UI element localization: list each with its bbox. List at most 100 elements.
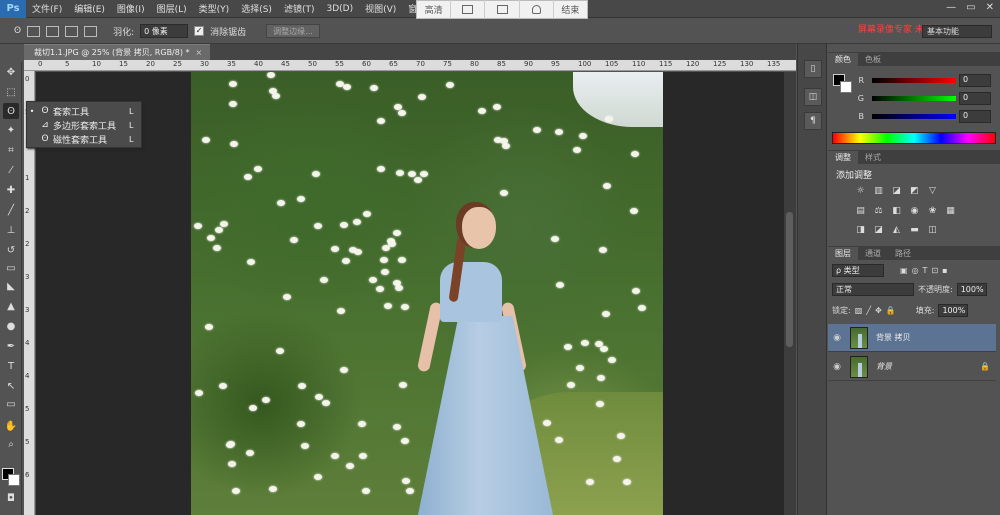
- feather-input[interactable]: [140, 24, 189, 38]
- document-canvas[interactable]: [191, 72, 663, 515]
- curves-icon[interactable]: ◪: [890, 185, 903, 197]
- color-spectrum[interactable]: [832, 132, 996, 144]
- history-brush-icon[interactable]: ↺: [3, 242, 19, 258]
- properties-panel-icon[interactable]: ◫: [804, 88, 822, 106]
- type-tool-icon[interactable]: T: [3, 358, 19, 374]
- paint-bucket-icon[interactable]: ◣: [3, 278, 19, 294]
- eyedropper-icon[interactable]: ⁄: [3, 162, 19, 178]
- restore-icon[interactable]: ▭: [966, 2, 975, 13]
- selective-color-icon[interactable]: ◫: [926, 224, 939, 236]
- layer-background-copy[interactable]: ◉ 背景 拷贝: [828, 324, 996, 352]
- lock-pixels-icon[interactable]: ▨: [855, 306, 863, 315]
- menu-filter[interactable]: 滤镜(T): [278, 2, 321, 15]
- brightness-icon[interactable]: ☼: [854, 185, 867, 197]
- tab-paths[interactable]: 路径: [888, 247, 918, 260]
- tab-color[interactable]: 颜色: [828, 53, 858, 66]
- blend-mode-select[interactable]: 正常: [832, 283, 914, 296]
- tab-channels[interactable]: 通道: [858, 247, 888, 260]
- hue-icon[interactable]: ▤: [854, 205, 867, 217]
- eraser-tool-icon[interactable]: ▭: [3, 260, 19, 276]
- menu-select[interactable]: 选择(S): [235, 2, 278, 15]
- menu-view[interactable]: 视图(V): [359, 2, 402, 15]
- blue-value[interactable]: 0: [959, 109, 991, 123]
- menu-3d[interactable]: 3D(D): [320, 4, 359, 14]
- pen-tool-icon[interactable]: ✒: [3, 338, 19, 354]
- end-button[interactable]: 结束: [554, 0, 587, 19]
- filter-pixel-icon[interactable]: ▣: [900, 266, 908, 275]
- vibrance-icon[interactable]: ▽: [926, 185, 939, 197]
- clone-stamp-icon[interactable]: ⊥: [3, 222, 19, 238]
- close-icon[interactable]: ✕: [986, 2, 994, 13]
- magic-wand-icon[interactable]: ✦: [3, 122, 19, 138]
- red-slider[interactable]: [872, 77, 956, 83]
- channel-mixer-icon[interactable]: ❀: [926, 205, 939, 217]
- hand-tool-icon[interactable]: ✋: [3, 418, 19, 434]
- opacity-input[interactable]: 100%: [956, 283, 987, 296]
- filter-shape-icon[interactable]: ⊡: [931, 266, 938, 275]
- window-button[interactable]: [485, 0, 520, 19]
- bw-icon[interactable]: ◧: [890, 205, 903, 217]
- refine-edge-button[interactable]: 调整边缘...: [266, 24, 320, 38]
- red-value[interactable]: 0: [959, 73, 991, 87]
- move-tool-icon[interactable]: ✥: [3, 64, 19, 80]
- tab-layers[interactable]: 图层: [828, 247, 858, 260]
- background-color[interactable]: [8, 474, 20, 486]
- posterize-icon[interactable]: ◪: [872, 224, 885, 236]
- exposure-icon[interactable]: ◩: [908, 185, 921, 197]
- new-selection-icon[interactable]: [27, 25, 41, 37]
- polygonal-lasso-option[interactable]: ⊿ 多边形套索工具 L: [27, 118, 143, 132]
- lasso-tool-icon[interactable]: ʘ: [3, 103, 19, 119]
- tab-swatches[interactable]: 色板: [858, 53, 888, 66]
- filter-type-icon[interactable]: T: [923, 266, 928, 275]
- zoom-tool-icon[interactable]: ⌕: [3, 436, 19, 452]
- home-button[interactable]: [520, 0, 554, 19]
- filter-smart-icon[interactable]: ▪: [942, 266, 947, 275]
- healing-brush-icon[interactable]: ✚: [3, 182, 19, 198]
- lasso-option[interactable]: • ʘ 套索工具 L: [27, 104, 143, 118]
- menu-file[interactable]: 文件(F): [26, 2, 68, 15]
- layer-background[interactable]: ◉ 背景 🔒: [828, 353, 996, 381]
- quick-mask-icon[interactable]: ◘: [3, 490, 19, 506]
- levels-icon[interactable]: ▥: [872, 185, 885, 197]
- close-tab-icon[interactable]: ×: [196, 48, 203, 57]
- lasso-preset-icon[interactable]: ʘ: [14, 26, 21, 36]
- minimize-icon[interactable]: —: [946, 2, 956, 13]
- subtract-selection-icon[interactable]: [65, 25, 79, 37]
- menu-edit[interactable]: 编辑(E): [68, 2, 111, 15]
- menu-type[interactable]: 类型(Y): [193, 2, 236, 15]
- lock-position-icon[interactable]: ✥: [875, 306, 882, 315]
- filter-adjust-icon[interactable]: ◎: [912, 266, 919, 275]
- menu-image[interactable]: 图像(I): [111, 2, 151, 15]
- scrollbar-thumb[interactable]: [786, 212, 793, 347]
- path-selection-icon[interactable]: ↖: [3, 378, 19, 394]
- photo-filter-icon[interactable]: ◉: [908, 205, 921, 217]
- marquee-tool-icon[interactable]: ⬚: [3, 84, 19, 100]
- hd-button[interactable]: 高清: [417, 0, 452, 19]
- tab-styles[interactable]: 样式: [858, 151, 888, 164]
- invert-icon[interactable]: ◨: [854, 224, 867, 236]
- document-tab[interactable]: 裁切1.1.JPG @ 25% (背景 拷贝, RGB/8) * ×: [24, 44, 210, 60]
- crop-tool-icon[interactable]: ⌗: [3, 142, 19, 158]
- dodge-tool-icon[interactable]: ●: [3, 318, 19, 334]
- magnetic-lasso-option[interactable]: ʘ 磁性套索工具 L: [27, 132, 143, 146]
- canvas-scrollbar[interactable]: [784, 72, 796, 515]
- balance-icon[interactable]: ⚖: [872, 205, 885, 217]
- antialias-checkbox[interactable]: ✓: [194, 26, 205, 36]
- shape-tool-icon[interactable]: ▭: [3, 396, 19, 412]
- character-panel-icon[interactable]: ¶: [804, 112, 822, 130]
- menu-layer[interactable]: 图层(L): [151, 2, 193, 15]
- region-button[interactable]: [451, 0, 486, 19]
- lock-paint-icon[interactable]: ╱: [866, 306, 871, 315]
- workspace-select[interactable]: 基本功能: [922, 25, 992, 38]
- lookup-icon[interactable]: ▦: [944, 205, 957, 217]
- green-value[interactable]: 0: [959, 91, 991, 105]
- brush-tool-icon[interactable]: ╱: [3, 202, 19, 218]
- lock-all-icon[interactable]: 🔒: [886, 306, 896, 315]
- history-panel-icon[interactable]: ▯: [804, 60, 822, 78]
- green-slider[interactable]: [872, 95, 956, 101]
- tab-adjustments[interactable]: 调整: [828, 151, 858, 164]
- blur-tool-icon[interactable]: ▲: [3, 298, 19, 314]
- blue-slider[interactable]: [872, 113, 956, 119]
- layer-filter-select[interactable]: ρ 类型: [832, 264, 884, 277]
- eye-icon[interactable]: ◉: [828, 362, 846, 372]
